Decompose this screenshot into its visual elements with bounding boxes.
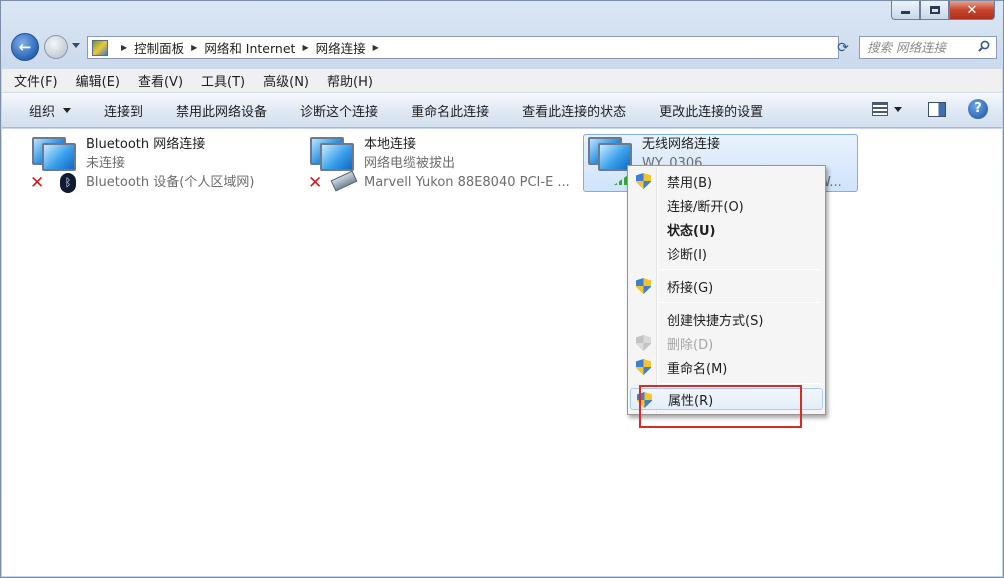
view-options-icon[interactable] [872, 102, 888, 116]
command-bar-right: ? [872, 99, 988, 119]
menu-edit[interactable]: 编辑(E) [76, 71, 120, 90]
menu-item-rename[interactable]: 重命名(M) [630, 356, 823, 378]
address-row: ← ▶ 控制面板 ▶ 网络和 Internet ▶ 网络连接 ▶ ⟳ 搜索 网络… [11, 33, 997, 63]
menu-item-label: 桥接(G) [667, 280, 714, 296]
menu-file[interactable]: 文件(F) [14, 71, 58, 90]
preview-pane-icon[interactable] [928, 101, 946, 117]
minimize-button[interactable] [891, 1, 920, 20]
connection-status: 网络电缆被拔出 [364, 156, 456, 171]
connect-to-button[interactable]: 连接到 [104, 101, 143, 120]
close-icon: ✕ [966, 2, 978, 18]
close-button[interactable]: ✕ [949, 1, 995, 20]
menu-tools[interactable]: 工具(T) [201, 71, 245, 90]
diagnose-button[interactable]: 诊断这个连接 [300, 101, 378, 120]
menu-item-bridge[interactable]: 桥接(G) [630, 275, 823, 297]
forward-button[interactable] [44, 35, 68, 59]
breadcrumb-arrow-icon[interactable]: ▶ [191, 43, 197, 52]
search-icon[interactable] [978, 40, 990, 52]
menu-item-label: 状态(U) [667, 223, 716, 239]
back-arrow-icon: ← [18, 38, 32, 56]
chevron-down-icon [63, 107, 72, 113]
menu-view[interactable]: 查看(V) [138, 71, 183, 90]
connection-text: Bluetooth 网络连接 未连接 Bluetooth 设备(个人区域网) [86, 135, 254, 191]
menu-separator [660, 269, 821, 270]
help-icon[interactable]: ? [968, 99, 988, 119]
bluetooth-icon: ᛒ [60, 173, 76, 193]
connection-text: 本地连接 网络电缆被拔出 Marvell Yukon 88E8040 PCI-E… [364, 135, 570, 191]
menu-item-label: 禁用(B) [667, 175, 713, 191]
network-adapter-icon: ✕ [306, 135, 358, 193]
connection-status: 未连接 [86, 156, 126, 171]
change-settings-button[interactable]: 更改此连接的设置 [659, 101, 763, 120]
menu-item-connect-disconnect[interactable]: 连接/断开(O) [630, 194, 823, 216]
organize-button[interactable]: 组织 [29, 101, 72, 120]
monitor-icon [42, 143, 76, 171]
menu-item-label: 诊断(I) [667, 247, 707, 263]
connection-local[interactable]: ✕ 本地连接 网络电缆被拔出 Marvell Yukon 88E8040 PCI… [306, 135, 578, 193]
connection-device: Marvell Yukon 88E8040 PCI-E ... [364, 175, 570, 190]
breadcrumb-arrow-icon[interactable]: ▶ [121, 43, 127, 52]
maximize-button[interactable] [920, 1, 949, 20]
breadcrumb-arrow-icon[interactable]: ▶ [302, 43, 308, 52]
menu-bar: 文件(F) 编辑(E) 查看(V) 工具(T) 高级(N) 帮助(H) [2, 69, 1002, 93]
maximize-icon [929, 6, 940, 14]
breadcrumb-network-connections[interactable]: 网络连接 [316, 38, 366, 57]
connection-bluetooth[interactable]: ✕ ᛒ Bluetooth 网络连接 未连接 Bluetooth 设备(个人区域… [28, 135, 298, 193]
menu-separator [660, 302, 821, 303]
uac-shield-icon [636, 278, 651, 294]
search-placeholder: 搜索 网络连接 [867, 40, 946, 55]
network-adapter-icon: ✕ ᛒ [28, 135, 80, 193]
network-cable-icon [330, 170, 358, 192]
uac-shield-icon [636, 359, 651, 375]
menu-item-delete: 删除(D) [630, 332, 823, 354]
menu-item-label: 连接/断开(O) [667, 199, 744, 215]
menu-item-label: 创建快捷方式(S) [667, 313, 764, 329]
refresh-button[interactable]: ⟳ [829, 36, 857, 59]
disable-device-button[interactable]: 禁用此网络设备 [176, 101, 267, 120]
menu-item-diagnose[interactable]: 诊断(I) [630, 242, 823, 264]
menu-item-create-shortcut[interactable]: 创建快捷方式(S) [630, 308, 823, 330]
organize-label: 组织 [29, 104, 56, 120]
window-controls: ✕ [891, 1, 995, 20]
recent-pages-dropdown[interactable] [72, 43, 80, 48]
address-bar[interactable]: ▶ 控制面板 ▶ 网络和 Internet ▶ 网络连接 ▶ [87, 36, 892, 59]
menu-item-disable[interactable]: 禁用(B) [630, 170, 823, 192]
menu-help[interactable]: 帮助(H) [327, 71, 373, 90]
disconnected-x-icon: ✕ [308, 173, 323, 193]
search-input[interactable]: 搜索 网络连接 [859, 36, 997, 59]
annotation-highlight-box [639, 385, 802, 428]
view-options-dropdown[interactable] [894, 106, 902, 112]
minimize-icon [901, 11, 910, 14]
breadcrumb-network-internet[interactable]: 网络和 Internet [204, 38, 295, 57]
connection-name: 本地连接 [364, 137, 417, 152]
connection-name: 无线网络连接 [642, 137, 721, 152]
menu-separator [660, 383, 821, 384]
connections-list: ✕ ᛒ Bluetooth 网络连接 未连接 Bluetooth 设备(个人区域… [2, 129, 1002, 576]
menu-item-label: 重命名(M) [667, 361, 728, 377]
rename-button[interactable]: 重命名此连接 [411, 101, 489, 120]
wifi-signal-icon [614, 175, 628, 185]
command-bar: 组织 连接到 禁用此网络设备 诊断这个连接 重命名此连接 查看此连接的状态 更改… [2, 93, 1002, 128]
context-menu: 禁用(B) 连接/断开(O) 状态(U) 诊断(I) 桥接(G) 创建快捷方式(… [627, 165, 826, 415]
view-status-button[interactable]: 查看此连接的状态 [522, 101, 626, 120]
explorer-window: ✕ ← ▶ 控制面板 ▶ 网络和 Internet ▶ 网络连接 ▶ ⟳ 搜索 … [0, 0, 1004, 578]
menu-item-status[interactable]: 状态(U) [630, 218, 823, 240]
breadcrumb-control-panel[interactable]: 控制面板 [134, 38, 184, 57]
disconnected-x-icon: ✕ [30, 173, 45, 193]
menu-item-label: 删除(D) [667, 337, 714, 353]
connection-device: Bluetooth 设备(个人区域网) [86, 175, 255, 190]
uac-shield-icon [636, 335, 651, 351]
connection-name: Bluetooth 网络连接 [86, 137, 206, 152]
refresh-icon: ⟳ [837, 39, 849, 56]
uac-shield-icon [636, 173, 651, 189]
control-panel-icon [92, 39, 108, 56]
monitor-icon [320, 143, 354, 171]
breadcrumb-arrow-icon[interactable]: ▶ [373, 43, 379, 52]
menu-advanced[interactable]: 高级(N) [263, 71, 309, 90]
back-button[interactable]: ← [11, 33, 39, 61]
